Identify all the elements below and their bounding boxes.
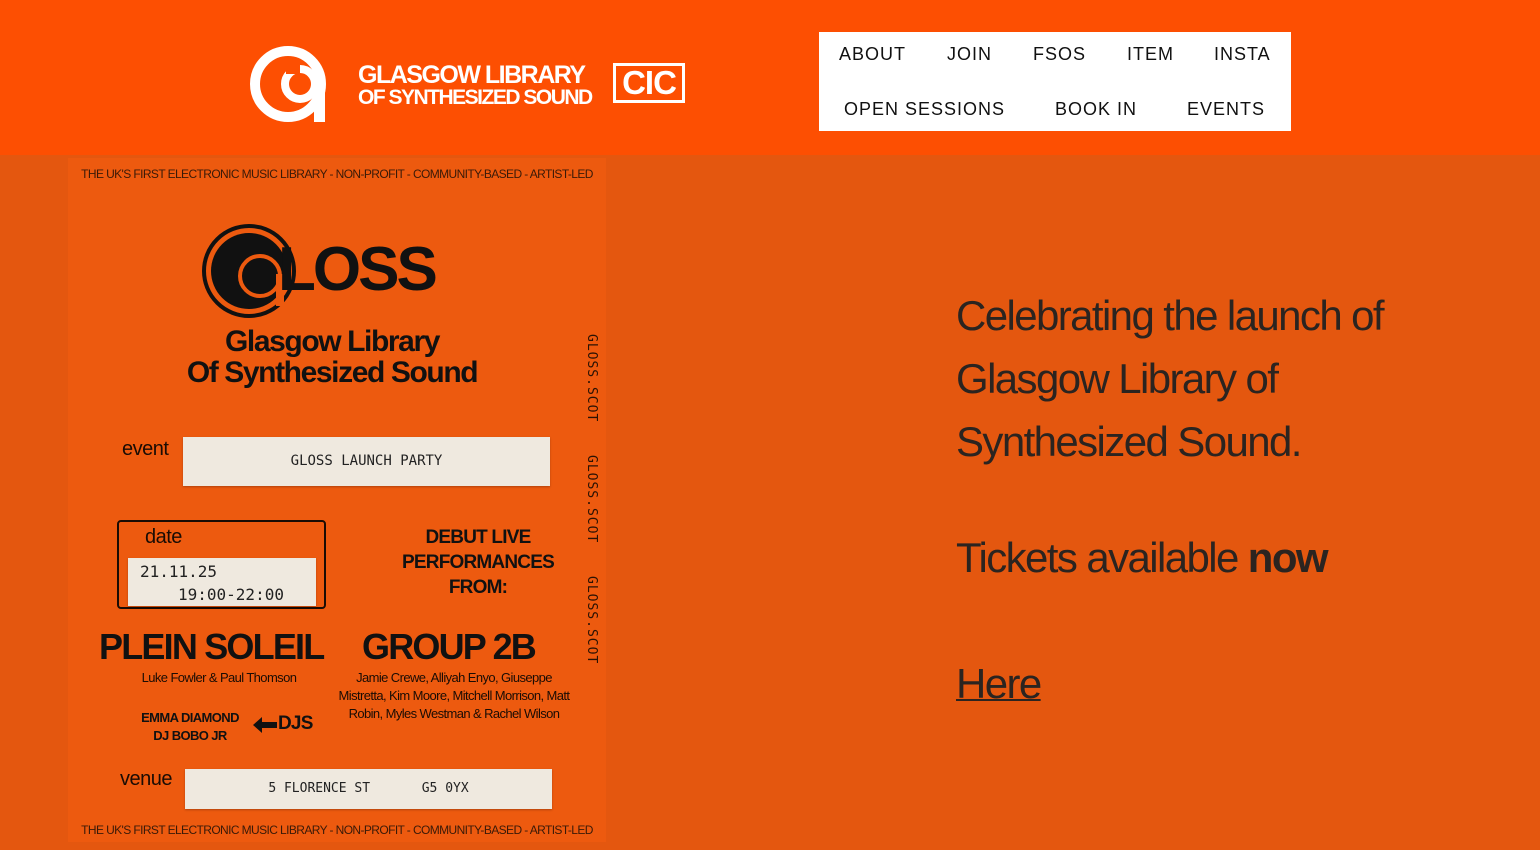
djs-label: DJS xyxy=(278,713,313,734)
arrow-left-icon xyxy=(253,717,277,733)
event-poster: THE UK'S FIRST ELECTRONIC MUSIC LIBRARY … xyxy=(68,158,606,842)
poster-side-text-1: GLOSS.SCOT xyxy=(584,334,599,423)
gloss-logo-mark-icon xyxy=(250,46,326,122)
act-2-name: GROUP 2B xyxy=(362,626,537,667)
poster-strapline-bottom: THE UK'S FIRST ELECTRONIC MUSIC LIBRARY … xyxy=(81,823,593,837)
date-box: date 21.11.25 19:00-22:00 xyxy=(117,520,326,609)
time-value: 19:00-22:00 xyxy=(178,585,284,604)
nav-item-insta[interactable]: INSTA xyxy=(1214,44,1271,65)
nav-item-about[interactable]: ABOUT xyxy=(839,44,906,65)
site-logo[interactable]: GLASGOW LIBRARY OF SYNTHESIZED SOUND CIC xyxy=(248,42,698,126)
nav-item-book-in[interactable]: BOOK IN xyxy=(1055,99,1137,120)
venue-label: venue xyxy=(120,768,173,790)
nav-item-open-sessions[interactable]: OPEN SESSIONS xyxy=(844,99,1005,120)
date-label: date xyxy=(145,526,182,548)
date-value: 21.11.25 xyxy=(140,562,218,581)
act-2-members: Jamie Crewe, Alliyah Enyo, Giuseppe Mist… xyxy=(338,670,570,721)
intro-text: Celebrating the launch of Glasgow Librar… xyxy=(956,292,1385,465)
tickets-prefix: Tickets available xyxy=(956,534,1248,581)
venue-postcode: G5 0YX xyxy=(421,781,469,796)
site-header: GLASGOW LIBRARY OF SYNTHESIZED SOUND CIC… xyxy=(0,0,1540,155)
act-1-name: PLEIN SOLEIL xyxy=(99,626,325,667)
nav-item-join[interactable]: JOIN xyxy=(947,44,992,65)
nav-item-events[interactable]: EVENTS xyxy=(1187,99,1265,120)
dj-1: EMMA DIAMOND xyxy=(141,710,239,725)
gloss-logo: LOSS xyxy=(202,222,472,332)
debut-line-3: FROM: xyxy=(448,577,508,598)
tickets-emphasis: now xyxy=(1247,534,1329,581)
poster-subtitle-line-1: Glasgow Library xyxy=(224,325,440,358)
event-tape: GLOSS LAUNCH PARTY xyxy=(183,437,550,486)
tickets-link[interactable]: Here xyxy=(956,660,1042,708)
poster-subtitle-line-2: Of Synthesized Sound xyxy=(186,356,479,389)
venue-street: 5 FLORENCE ST xyxy=(268,781,371,796)
debut-line-1: DEBUT LIVE xyxy=(425,527,532,548)
nav-item-item[interactable]: ITEM xyxy=(1127,44,1174,65)
poster-strapline-top: THE UK'S FIRST ELECTRONIC MUSIC LIBRARY … xyxy=(81,167,593,181)
nav-item-fsos[interactable]: FSOS xyxy=(1033,44,1086,65)
tickets-text: Tickets available now xyxy=(956,534,1329,582)
logo-cic-badge: CIC xyxy=(613,63,685,103)
venue-tape: 5 FLORENCE ST G5 0YX xyxy=(185,769,552,809)
dj-2: DJ BOBO JR xyxy=(153,728,227,743)
event-label: event xyxy=(122,438,169,460)
act-1-members: Luke Fowler & Paul Thomson xyxy=(141,670,297,685)
gloss-wordmark: LOSS xyxy=(278,235,438,304)
debut-line-2: PERFORMANCES xyxy=(402,552,555,573)
main-nav: ABOUT JOIN FSOS ITEM INSTA OPEN SESSIONS… xyxy=(819,32,1291,131)
logo-line-2: OF SYNTHESIZED SOUND xyxy=(358,86,593,109)
date-tape: 21.11.25 19:00-22:00 xyxy=(128,558,316,606)
debut-heading: DEBUT LIVE PERFORMANCES FROM: xyxy=(368,525,588,600)
dj-list: EMMA DIAMOND DJ BOBO JR xyxy=(130,709,250,745)
